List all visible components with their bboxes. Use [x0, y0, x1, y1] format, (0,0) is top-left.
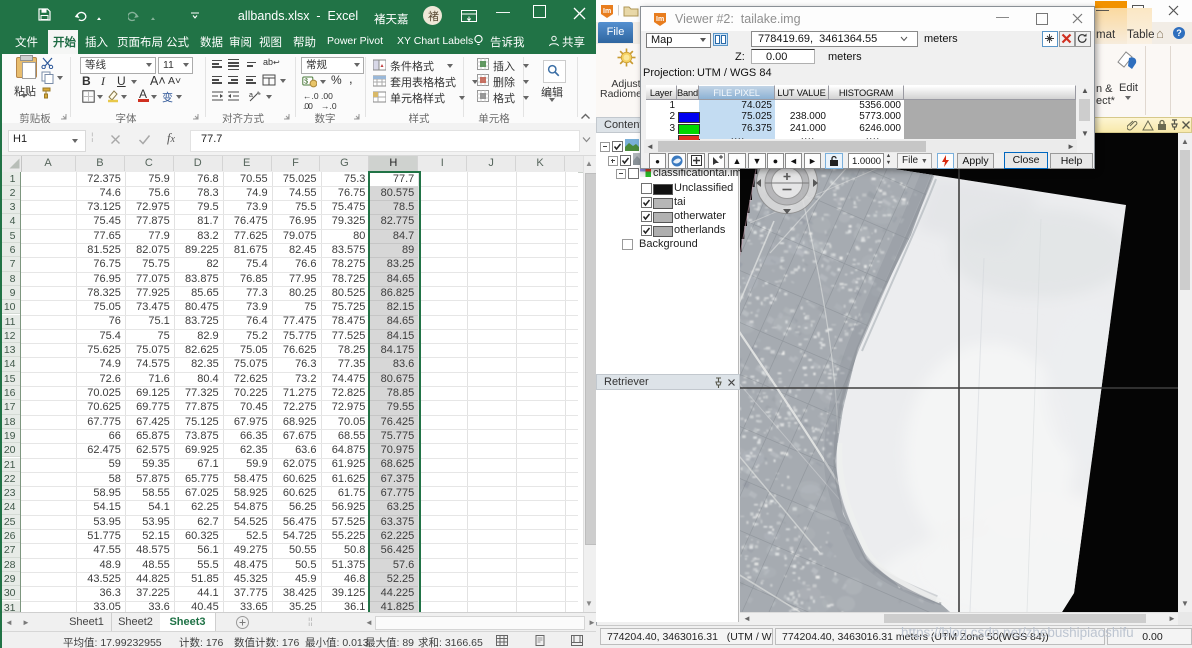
- svg-text:Im: Im: [656, 16, 664, 23]
- svg-text:Im: Im: [603, 8, 611, 15]
